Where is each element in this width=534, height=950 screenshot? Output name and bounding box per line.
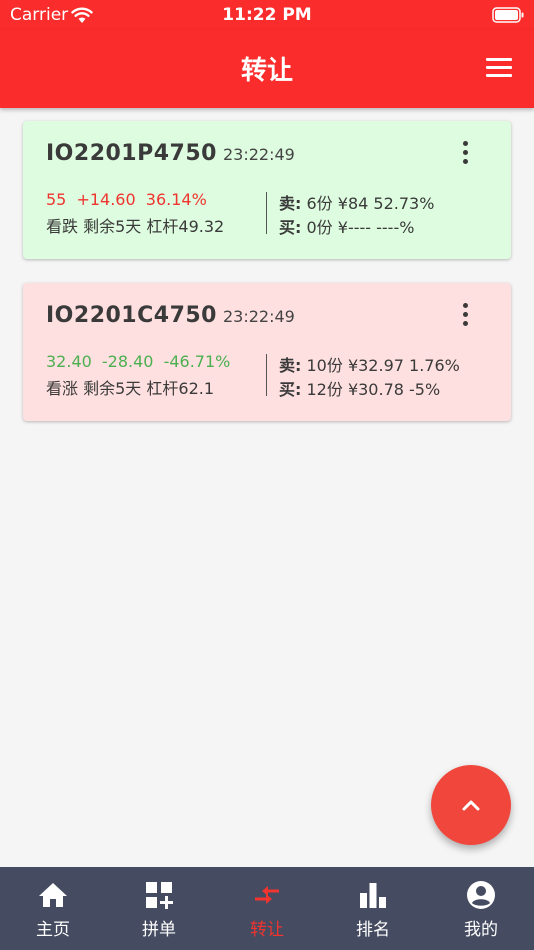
price-change-pct: 36.14%	[145, 190, 207, 209]
sell-label: 卖:	[279, 356, 302, 375]
sell-label: 卖:	[279, 194, 302, 213]
direction-label: 看跌	[46, 217, 79, 236]
more-vert-icon[interactable]	[457, 141, 473, 167]
page-title: 转让	[240, 56, 293, 86]
leverage: 杠杆49.32	[146, 217, 225, 236]
nav-item-transfer[interactable]: 转让	[214, 867, 320, 950]
chevron-up-icon	[462, 800, 480, 811]
grid-add-icon	[146, 882, 173, 909]
nav-label: 我的	[464, 920, 498, 940]
buy-value: 0份 ¥---- ----%	[306, 218, 415, 237]
nav-label: 拼单	[142, 920, 176, 940]
price-change: -28.40	[101, 352, 154, 371]
sell-info: 卖: 10份 ¥32.97 1.76%	[279, 352, 460, 376]
price-change: +14.60	[76, 190, 136, 209]
leverage: 杠杆62.1	[146, 379, 215, 398]
contract-code: IO2201P4750	[46, 141, 217, 166]
option-info: 看跌 剩余5天 杠杆49.32	[46, 213, 224, 237]
battery-icon	[492, 7, 524, 23]
sell-value: 6份 ¥84 52.73%	[306, 194, 435, 213]
home-icon	[39, 883, 67, 907]
buy-info: 买: 12份 ¥30.78 -5%	[279, 376, 440, 400]
more-vert-icon[interactable]	[457, 303, 473, 329]
bar-chart-icon	[360, 883, 386, 908]
price-change-pct: -46.71%	[163, 352, 231, 371]
buy-value: 12份 ¥30.78 -5%	[306, 380, 441, 399]
nav-item-group-order[interactable]: 拼单	[106, 867, 212, 950]
nav-label: 排名	[356, 920, 390, 940]
bottom-nav: 主页 拼单 转让 排名 我的	[0, 867, 534, 950]
sell-value: 10份 ¥32.97 1.76%	[306, 356, 460, 375]
option-info: 看涨 剩余5天 杠杆62.1	[46, 375, 214, 399]
account-circle-icon	[467, 881, 495, 909]
remaining-days: 剩余5天	[83, 379, 142, 398]
status-bar: Carrier 11:22 PM	[0, 0, 534, 30]
price: 55	[46, 190, 67, 209]
remaining-days: 剩余5天	[83, 217, 142, 236]
scroll-top-button[interactable]	[431, 765, 511, 845]
divider	[266, 354, 267, 396]
status-time: 11:22 PM	[222, 5, 312, 25]
contract-code: IO2201C4750	[46, 303, 217, 328]
nav-item-profile[interactable]: 我的	[428, 867, 534, 950]
nav-item-home[interactable]: 主页	[0, 867, 106, 950]
transfer-card[interactable]: IO2201P4750 23:22:49 55 +14.60 36.14% 看跌 …	[23, 121, 511, 259]
price-line: 55 +14.60 36.14%	[46, 190, 212, 209]
transfer-card[interactable]: IO2201C4750 23:22:49 32.40 -28.40 -46.71%…	[23, 283, 511, 421]
nav-label: 转让	[250, 920, 284, 940]
price: 32.40	[46, 352, 92, 371]
quote-time: 23:22:49	[223, 307, 295, 326]
app-bar: 转让	[0, 30, 534, 108]
buy-label: 买:	[279, 380, 302, 399]
direction-label: 看涨	[46, 379, 79, 398]
nav-item-ranking[interactable]: 排名	[320, 867, 426, 950]
price-line: 32.40 -28.40 -46.71%	[46, 352, 235, 371]
sell-info: 卖: 6份 ¥84 52.73%	[279, 190, 434, 214]
buy-info: 买: 0份 ¥---- ----%	[279, 214, 414, 238]
hamburger-menu-icon[interactable]	[486, 58, 514, 80]
nav-label: 主页	[36, 920, 70, 940]
quote-time: 23:22:49	[222, 145, 295, 164]
transfer-arrows-icon	[255, 886, 279, 904]
buy-label: 买:	[279, 218, 302, 237]
divider	[266, 192, 267, 234]
